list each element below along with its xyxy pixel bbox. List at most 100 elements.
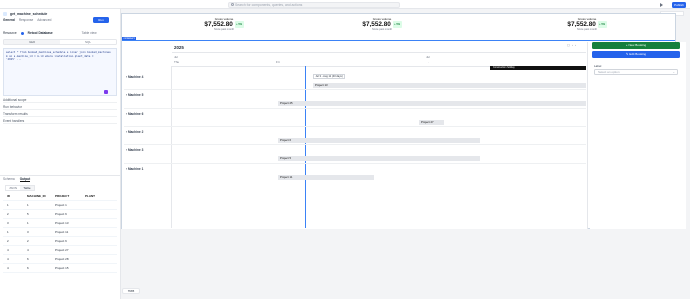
gantt-year: 2025 <box>174 45 184 50</box>
machine-row-label[interactable]: › Machine 4 <box>126 75 143 79</box>
metric-subtitle: Since past month <box>213 28 235 32</box>
machine-name: Machine 2 <box>127 130 144 134</box>
cell: Project 15 <box>55 266 69 270</box>
mode-sql[interactable]: SQL <box>60 40 116 44</box>
machine-row-label[interactable]: › Machine 2 <box>126 130 143 134</box>
chevron-right-icon[interactable]: › <box>575 43 576 47</box>
table-row[interactable]: 2 5 Project 6 <box>3 210 117 219</box>
mode-gui[interactable]: GUI <box>4 40 60 44</box>
machine-row-label[interactable]: › Machine 3 <box>126 148 143 152</box>
tab-schema[interactable]: Schema <box>3 177 15 182</box>
calendar-icon[interactable]: ▢ <box>567 43 570 47</box>
edit-booking-button[interactable]: ✎ Edit Booking <box>592 51 680 58</box>
machine-row-label[interactable]: › Machine 1 <box>126 167 143 171</box>
table-row[interactable]: 2 2 Project 6 <box>3 237 117 246</box>
bottom-pill[interactable]: TRIB <box>122 288 140 294</box>
section-additional-scope[interactable]: Additional scope <box>3 97 117 103</box>
gantt-divider <box>172 52 586 53</box>
section-run-behavior[interactable]: Run behavior <box>3 104 117 110</box>
cell: 2 <box>27 239 29 243</box>
row-separator <box>124 108 586 109</box>
divider <box>0 175 120 176</box>
selection-outline <box>122 40 675 41</box>
table-row[interactable]: 4 6 Project 15 <box>3 264 117 273</box>
row-separator <box>124 144 586 145</box>
metric-subtitle: Since past month <box>371 28 393 32</box>
publish-button[interactable]: Publish <box>672 1 686 8</box>
col-machine-id[interactable]: MACHINE_ID <box>27 194 55 198</box>
output-table: ID MACHINE_ID PROJECT PLANT 1 1 Project 1 … <box>3 192 117 273</box>
gantt-label-column-divider <box>171 66 172 228</box>
edit-booking-label: Edit Booking <box>629 52 647 56</box>
metric-card-1: Gross volume $7,552.80 + 5% Since past m… <box>194 17 254 31</box>
query-name[interactable]: get_machine_schedule <box>10 12 47 16</box>
col-project[interactable]: PROJECT <box>55 194 85 198</box>
table-row[interactable]: 4 4 Project 27 <box>3 246 117 255</box>
section-event-handlers[interactable]: Event handlers <box>3 118 117 124</box>
global-search-input[interactable]: Search for components, queries, and acti… <box>228 1 400 8</box>
col-id[interactable]: ID <box>3 194 27 198</box>
gantt-chart <box>122 42 588 229</box>
cell: 3 <box>27 230 29 234</box>
cell: 4 <box>7 266 9 270</box>
machine-name: Machine 3 <box>127 148 144 152</box>
booking-bar[interactable]: Project 6 <box>278 138 480 143</box>
cell: Project 11 <box>55 230 69 234</box>
machine-row-label[interactable]: › Machine 5 <box>126 93 143 97</box>
metric-delta-badge: + 5% <box>234 21 244 28</box>
machine-row-label[interactable]: › Machine 6 <box>126 112 143 116</box>
tab-advanced[interactable]: Advanced <box>37 18 51 22</box>
machine-name: Machine 6 <box>127 112 144 116</box>
label-caption: Label <box>594 64 602 68</box>
cell: Project 6 <box>55 239 67 243</box>
booking-bar[interactable]: Project 11 <box>278 175 374 180</box>
table-row[interactable]: 4 6 Project 28 <box>3 255 117 264</box>
code-line: '2025' ... <box>6 58 22 62</box>
cell: 6 <box>27 266 29 270</box>
table-view-toggle[interactable]: Table view <box>82 31 97 35</box>
tab-response[interactable]: Response <box>19 18 33 22</box>
machine-name: Machine 4 <box>127 75 144 79</box>
mode-toggle: GUI SQL <box>3 39 117 45</box>
booking-bar[interactable]: Project 13 <box>313 83 343 88</box>
booking-bar[interactable]: Project 5 <box>278 156 480 161</box>
cell: 2 <box>7 212 9 216</box>
gantt-month-label: Jul <box>426 55 430 59</box>
label-select[interactable]: Select an option ⌄ <box>594 69 678 75</box>
ai-assist-icon[interactable] <box>104 90 108 94</box>
gantt-day-label: · <box>428 60 429 64</box>
row-separator <box>124 163 586 164</box>
run-button[interactable]: Run <box>93 17 109 23</box>
section-transform-results[interactable]: Transform results <box>3 111 117 117</box>
new-booking-label: New Booking <box>628 43 647 47</box>
output-json[interactable]: JSON <box>6 186 20 190</box>
cell: 1 <box>27 221 29 225</box>
row-separator <box>124 89 586 90</box>
today-tooltip: Jul 3 - Aug 11 (40 days) <box>313 74 346 79</box>
metric-delta-badge: + 5% <box>597 21 607 28</box>
booking-bar-tail <box>313 83 586 88</box>
table-row[interactable]: 3 1 Project 13 <box>3 219 117 228</box>
construction-holiday-band: Construction holiday <box>490 66 586 70</box>
gantt-day-label: Fri <box>276 60 280 64</box>
new-booking-button[interactable]: + New Booking <box>592 42 680 49</box>
chevron-left-icon[interactable]: ‹ <box>572 43 573 47</box>
cell: 1 <box>7 230 9 234</box>
output-table[interactable]: Table <box>20 186 34 190</box>
cell: 4 <box>7 257 9 261</box>
output-toggle: JSON Table <box>5 185 35 191</box>
sql-code-editor[interactable]: select * from booked_machines_schedule s… <box>3 48 117 96</box>
booking-bar[interactable]: Project 25 <box>278 101 586 106</box>
table-row[interactable]: 1 3 Project 11 <box>3 228 117 237</box>
cell: 4 <box>27 248 29 252</box>
play-icon[interactable] <box>660 3 663 7</box>
cell: 6 <box>27 257 29 261</box>
booking-bar[interactable]: Project 27 <box>419 120 444 125</box>
col-plant[interactable]: PLANT <box>85 194 115 198</box>
resource-select[interactable]: Retool Database <box>28 31 78 35</box>
tab-output[interactable]: Output <box>19 177 31 182</box>
table-row[interactable]: 1 1 Project 1 <box>3 201 117 210</box>
tab-general[interactable]: General <box>3 18 15 22</box>
cell: Project 27 <box>55 248 69 252</box>
cell: 4 <box>7 248 9 252</box>
